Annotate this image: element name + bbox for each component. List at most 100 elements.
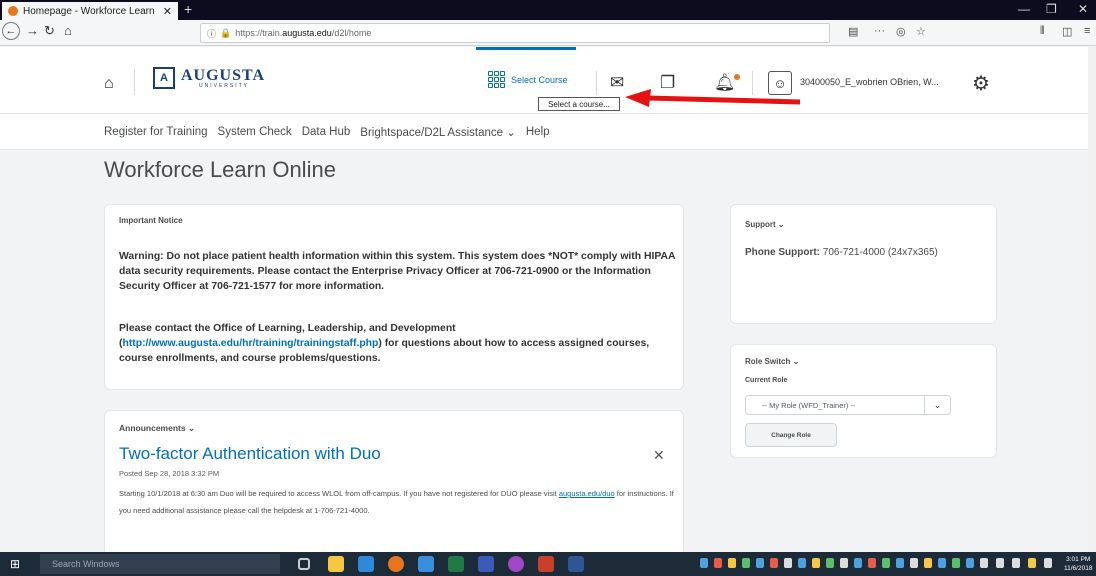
tray-icon[interactable] — [784, 558, 792, 568]
outlook-icon[interactable] — [358, 556, 374, 572]
notice-warning: Warning: Do not place patient health inf… — [119, 251, 676, 292]
nav-brightspace-assistance[interactable]: Brightspace/D2L Assistance ⌄ — [360, 125, 516, 139]
browser-tab-bar: Homepage - Workforce Learn ✕ + — ❐ ✕ — [0, 0, 1096, 20]
tray-icon[interactable] — [924, 558, 932, 568]
minimize-button[interactable]: — — [1018, 2, 1030, 16]
word-icon[interactable] — [568, 556, 584, 572]
tray-icon[interactable] — [700, 558, 708, 568]
support-widget: Support ⌄ Phone Support: 706-721-4000 (2… — [730, 204, 997, 324]
browser-tab[interactable]: Homepage - Workforce Learn ✕ — [2, 2, 178, 20]
back-icon[interactable]: ← — [2, 22, 20, 40]
favicon-icon — [8, 6, 18, 16]
taskbar-search[interactable]: Search Windows — [40, 554, 280, 574]
logo-sub: UNIVERSITY — [199, 82, 250, 89]
site-nav: Register for Training System Check Data … — [0, 114, 1096, 150]
info-icon[interactable]: ⓘ — [207, 27, 216, 40]
notice-contact: Please contact the Office of Learning, L… — [119, 323, 650, 364]
sidebar-icon[interactable]: ◫ — [1062, 25, 1072, 38]
edge-icon[interactable] — [418, 556, 434, 572]
forward-icon[interactable]: → — [26, 23, 39, 38]
tray-icon[interactable] — [882, 558, 890, 568]
file-explorer-icon[interactable] — [328, 556, 344, 572]
skype-icon[interactable] — [508, 556, 524, 572]
url-prefix: https://train. — [235, 28, 283, 38]
settings-gear-icon[interactable]: ⚙ — [972, 71, 990, 96]
message-icon[interactable]: ✉ — [610, 73, 624, 93]
notice-heading: Important Notice — [119, 216, 183, 225]
support-heading[interactable]: Support ⌄ — [745, 220, 785, 229]
tray-icon[interactable] — [966, 558, 974, 568]
role-switch-heading[interactable]: Role Switch ⌄ — [745, 357, 799, 366]
tray-icon[interactable] — [854, 558, 862, 568]
tray-icon[interactable] — [756, 558, 764, 568]
announcements-heading[interactable]: Announcements ⌄ — [119, 423, 195, 434]
reload-icon[interactable]: ↻ — [44, 23, 55, 39]
red-arrow-annotation — [625, 89, 800, 107]
clock-time: 3:01 PM — [1066, 556, 1091, 563]
training-staff-link[interactable]: http://www.augusta.edu/hr/training/train… — [122, 338, 378, 349]
task-view-icon[interactable] — [298, 558, 310, 570]
taskbar-clock[interactable]: 3:01 PM 11/6/2018 — [1064, 555, 1092, 573]
volume-icon[interactable] — [996, 558, 1004, 568]
tray-icon[interactable] — [714, 558, 722, 568]
notification-badge — [734, 74, 740, 80]
chat-icon[interactable] — [478, 556, 494, 572]
username[interactable]: 30400050_E_wobrien OBrien, W... — [800, 77, 939, 87]
reader-view-icon[interactable]: ▤ — [848, 25, 858, 38]
tray-icon[interactable] — [980, 558, 988, 568]
url-path: /d2l/home — [331, 28, 372, 38]
close-tab-icon[interactable]: ✕ — [163, 5, 172, 18]
new-tab-button[interactable]: + — [184, 1, 192, 17]
tray-icon[interactable] — [798, 558, 806, 568]
nav-system-check[interactable]: System Check — [218, 126, 292, 138]
announcement-title[interactable]: Two-factor Authentication with Duo — [119, 444, 381, 464]
network-icon[interactable] — [1012, 558, 1020, 568]
nav-help[interactable]: Help — [526, 126, 550, 138]
home-browser-icon[interactable]: ⌂ — [64, 23, 72, 38]
page-actions-icon[interactable]: ··· — [874, 25, 885, 37]
tray-icon[interactable] — [1028, 558, 1036, 568]
nav-data-hub[interactable]: Data Hub — [302, 126, 351, 138]
tray-icon[interactable] — [910, 558, 918, 568]
dismiss-announcement-icon[interactable]: ✕ — [653, 447, 665, 464]
tray-icon[interactable] — [840, 558, 848, 568]
role-select-value: -- My Role (WFD_Trainer) -- — [762, 400, 856, 410]
tray-icon[interactable] — [770, 558, 778, 568]
url-bar[interactable]: ⓘ 🔒 https://train. augusta.edu/d2l/home — [200, 23, 830, 43]
augusta-logo[interactable]: A AUGUSTA UNIVERSITY — [153, 67, 265, 89]
select-course-label: Select Course — [511, 74, 568, 85]
tray-icon[interactable] — [868, 558, 876, 568]
powerpoint-icon[interactable] — [538, 556, 554, 572]
tray-icon[interactable] — [812, 558, 820, 568]
duo-link[interactable]: augusta.edu/duo — [559, 489, 615, 498]
tray-icon[interactable] — [742, 558, 750, 568]
menu-icon[interactable]: ≡ — [1084, 25, 1090, 37]
tray-icon[interactable] — [938, 558, 946, 568]
home-icon[interactable]: ⌂ — [104, 75, 114, 93]
role-select[interactable]: -- My Role (WFD_Trainer) -- ⌄ — [745, 395, 951, 415]
tray-icon[interactable] — [826, 558, 834, 568]
windows-start-icon[interactable]: ⊞ — [10, 557, 20, 571]
page-scrollbar[interactable] — [1088, 47, 1096, 552]
nav-register-for-training[interactable]: Register for Training — [104, 126, 208, 138]
windows-taskbar: ⊞ Search Windows 3:01 PM 11/6/2018 — [0, 552, 1096, 576]
change-role-button[interactable]: Change Role — [745, 423, 837, 447]
library-icon[interactable]: ⫴ — [1040, 25, 1045, 38]
tray-icon[interactable] — [896, 558, 904, 568]
pocket-icon[interactable]: ◎ — [896, 25, 906, 38]
notifications-icon[interactable] — [1044, 558, 1052, 568]
close-window-button[interactable]: ✕ — [1078, 2, 1088, 16]
announcement-posted-date: Posted Sep 28, 2018 3:32 PM — [119, 469, 220, 478]
tray-icon[interactable] — [952, 558, 960, 568]
select-course-button[interactable]: Select Course — [488, 71, 568, 88]
divider — [596, 71, 597, 95]
firefox-icon[interactable] — [388, 556, 404, 572]
browser-toolbar: ← → ↻ ⌂ ⓘ 🔒 https://train. augusta.edu/d2… — [0, 20, 1096, 46]
logo-main: AUGUSTA — [181, 66, 266, 84]
divider — [134, 69, 135, 95]
bookmark-star-icon[interactable]: ☆ — [916, 25, 926, 38]
maximize-button[interactable]: ❐ — [1046, 2, 1057, 16]
excel-icon[interactable] — [448, 556, 464, 572]
tray-icon[interactable] — [728, 558, 736, 568]
important-notice-widget: Important Notice Warning: Do not place p… — [104, 204, 684, 390]
